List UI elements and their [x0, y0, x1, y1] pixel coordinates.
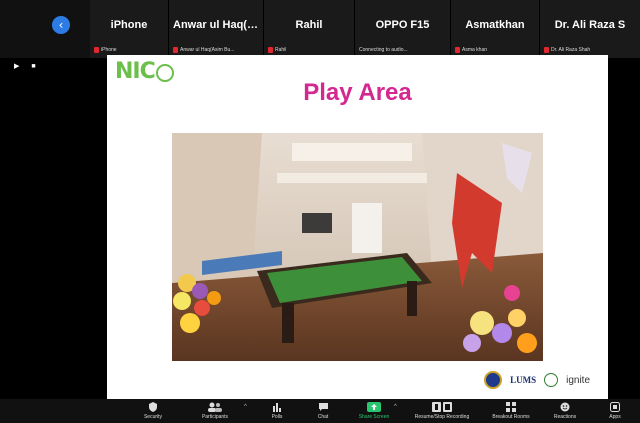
ignite-logo: ignite [566, 374, 590, 386]
chevron-up-icon[interactable]: ^ [244, 404, 247, 410]
breakout-icon [506, 402, 516, 412]
polls-button[interactable]: Polls [252, 399, 302, 423]
participant-tile-iphone[interactable]: iPhone iPhone [90, 0, 169, 58]
mic-muted-icon [173, 47, 178, 53]
recording-button[interactable]: Resume/Stop Recording [410, 399, 474, 423]
participant-name: Anwar ul Haq(A... [173, 19, 263, 31]
play-area-photo-image [172, 133, 543, 361]
participant-name: OPPO F15 [375, 19, 430, 31]
chat-button[interactable]: Chat [298, 399, 348, 423]
participants-button[interactable]: Participants [190, 399, 240, 423]
share-screen-icon [367, 402, 381, 412]
participant-strip: ‹ iPhone iPhone Anwar ul Haq(A... Anwar … [0, 0, 640, 58]
mic-muted-icon [544, 47, 549, 53]
participant-name: Rahil [295, 19, 323, 31]
apps-button[interactable]: Apps [590, 399, 640, 423]
view-controls[interactable]: ▶ ■ [14, 62, 41, 70]
participant-label: Rahil [268, 47, 286, 53]
previous-page-button[interactable]: ‹ [52, 16, 70, 34]
participant-name: Dr. Ali Raza S [554, 19, 626, 31]
participant-tile-anwar[interactable]: Anwar ul Haq(A... Anwar ul Haq(Asim Bu..… [169, 0, 264, 58]
participant-name: Asmatkhan [465, 19, 525, 31]
participant-label: iPhone [94, 47, 117, 53]
participant-tile-oppo[interactable]: OPPO F15 Connecting to audio... [355, 0, 451, 58]
apps-icon [610, 402, 620, 412]
seal-logo-icon [484, 371, 503, 389]
participant-label: Anwar ul Haq(Asim Bu... [173, 47, 234, 53]
security-button[interactable]: Security [128, 399, 178, 423]
shared-slide: NIC Play Area LUMS ignite [107, 55, 608, 399]
participant-tile-rahil[interactable]: Rahil Rahil [264, 0, 355, 58]
partner-logos: LUMS ignite [484, 371, 590, 389]
chat-icon [318, 403, 328, 411]
mic-muted-icon [268, 47, 273, 53]
participant-tile-ali-raza[interactable]: Dr. Ali Raza S Dr. Ali Raza Shah [540, 0, 640, 58]
meeting-toolbar: Security Participants ^ Polls Chat Share… [0, 399, 640, 423]
play-area-photo [172, 133, 543, 361]
reactions-button[interactable]: Reactions [540, 399, 590, 423]
participant-tile-asmatkhan[interactable]: Asmatkhan Asma khan [451, 0, 540, 58]
participants-icon [208, 402, 222, 412]
chevron-left-icon: ‹ [58, 18, 64, 32]
shield-icon [149, 402, 157, 412]
polls-icon [273, 403, 281, 412]
breakout-rooms-button[interactable]: Breakout Rooms [486, 399, 536, 423]
government-emblem-icon [544, 373, 559, 387]
slide-title: Play Area [303, 79, 412, 106]
participant-label: Asma khan [455, 47, 487, 53]
recording-icon [432, 402, 452, 412]
chevron-up-icon[interactable]: ^ [394, 404, 397, 410]
share-screen-button[interactable]: Share Screen [349, 399, 399, 423]
lums-logo: LUMS [510, 375, 537, 385]
mic-muted-icon [455, 47, 460, 53]
reactions-icon [560, 402, 570, 412]
participant-name: iPhone [110, 19, 148, 31]
participant-label: Connecting to audio... [359, 47, 408, 53]
mic-muted-icon [94, 47, 99, 53]
participant-label: Dr. Ali Raza Shah [544, 47, 590, 53]
